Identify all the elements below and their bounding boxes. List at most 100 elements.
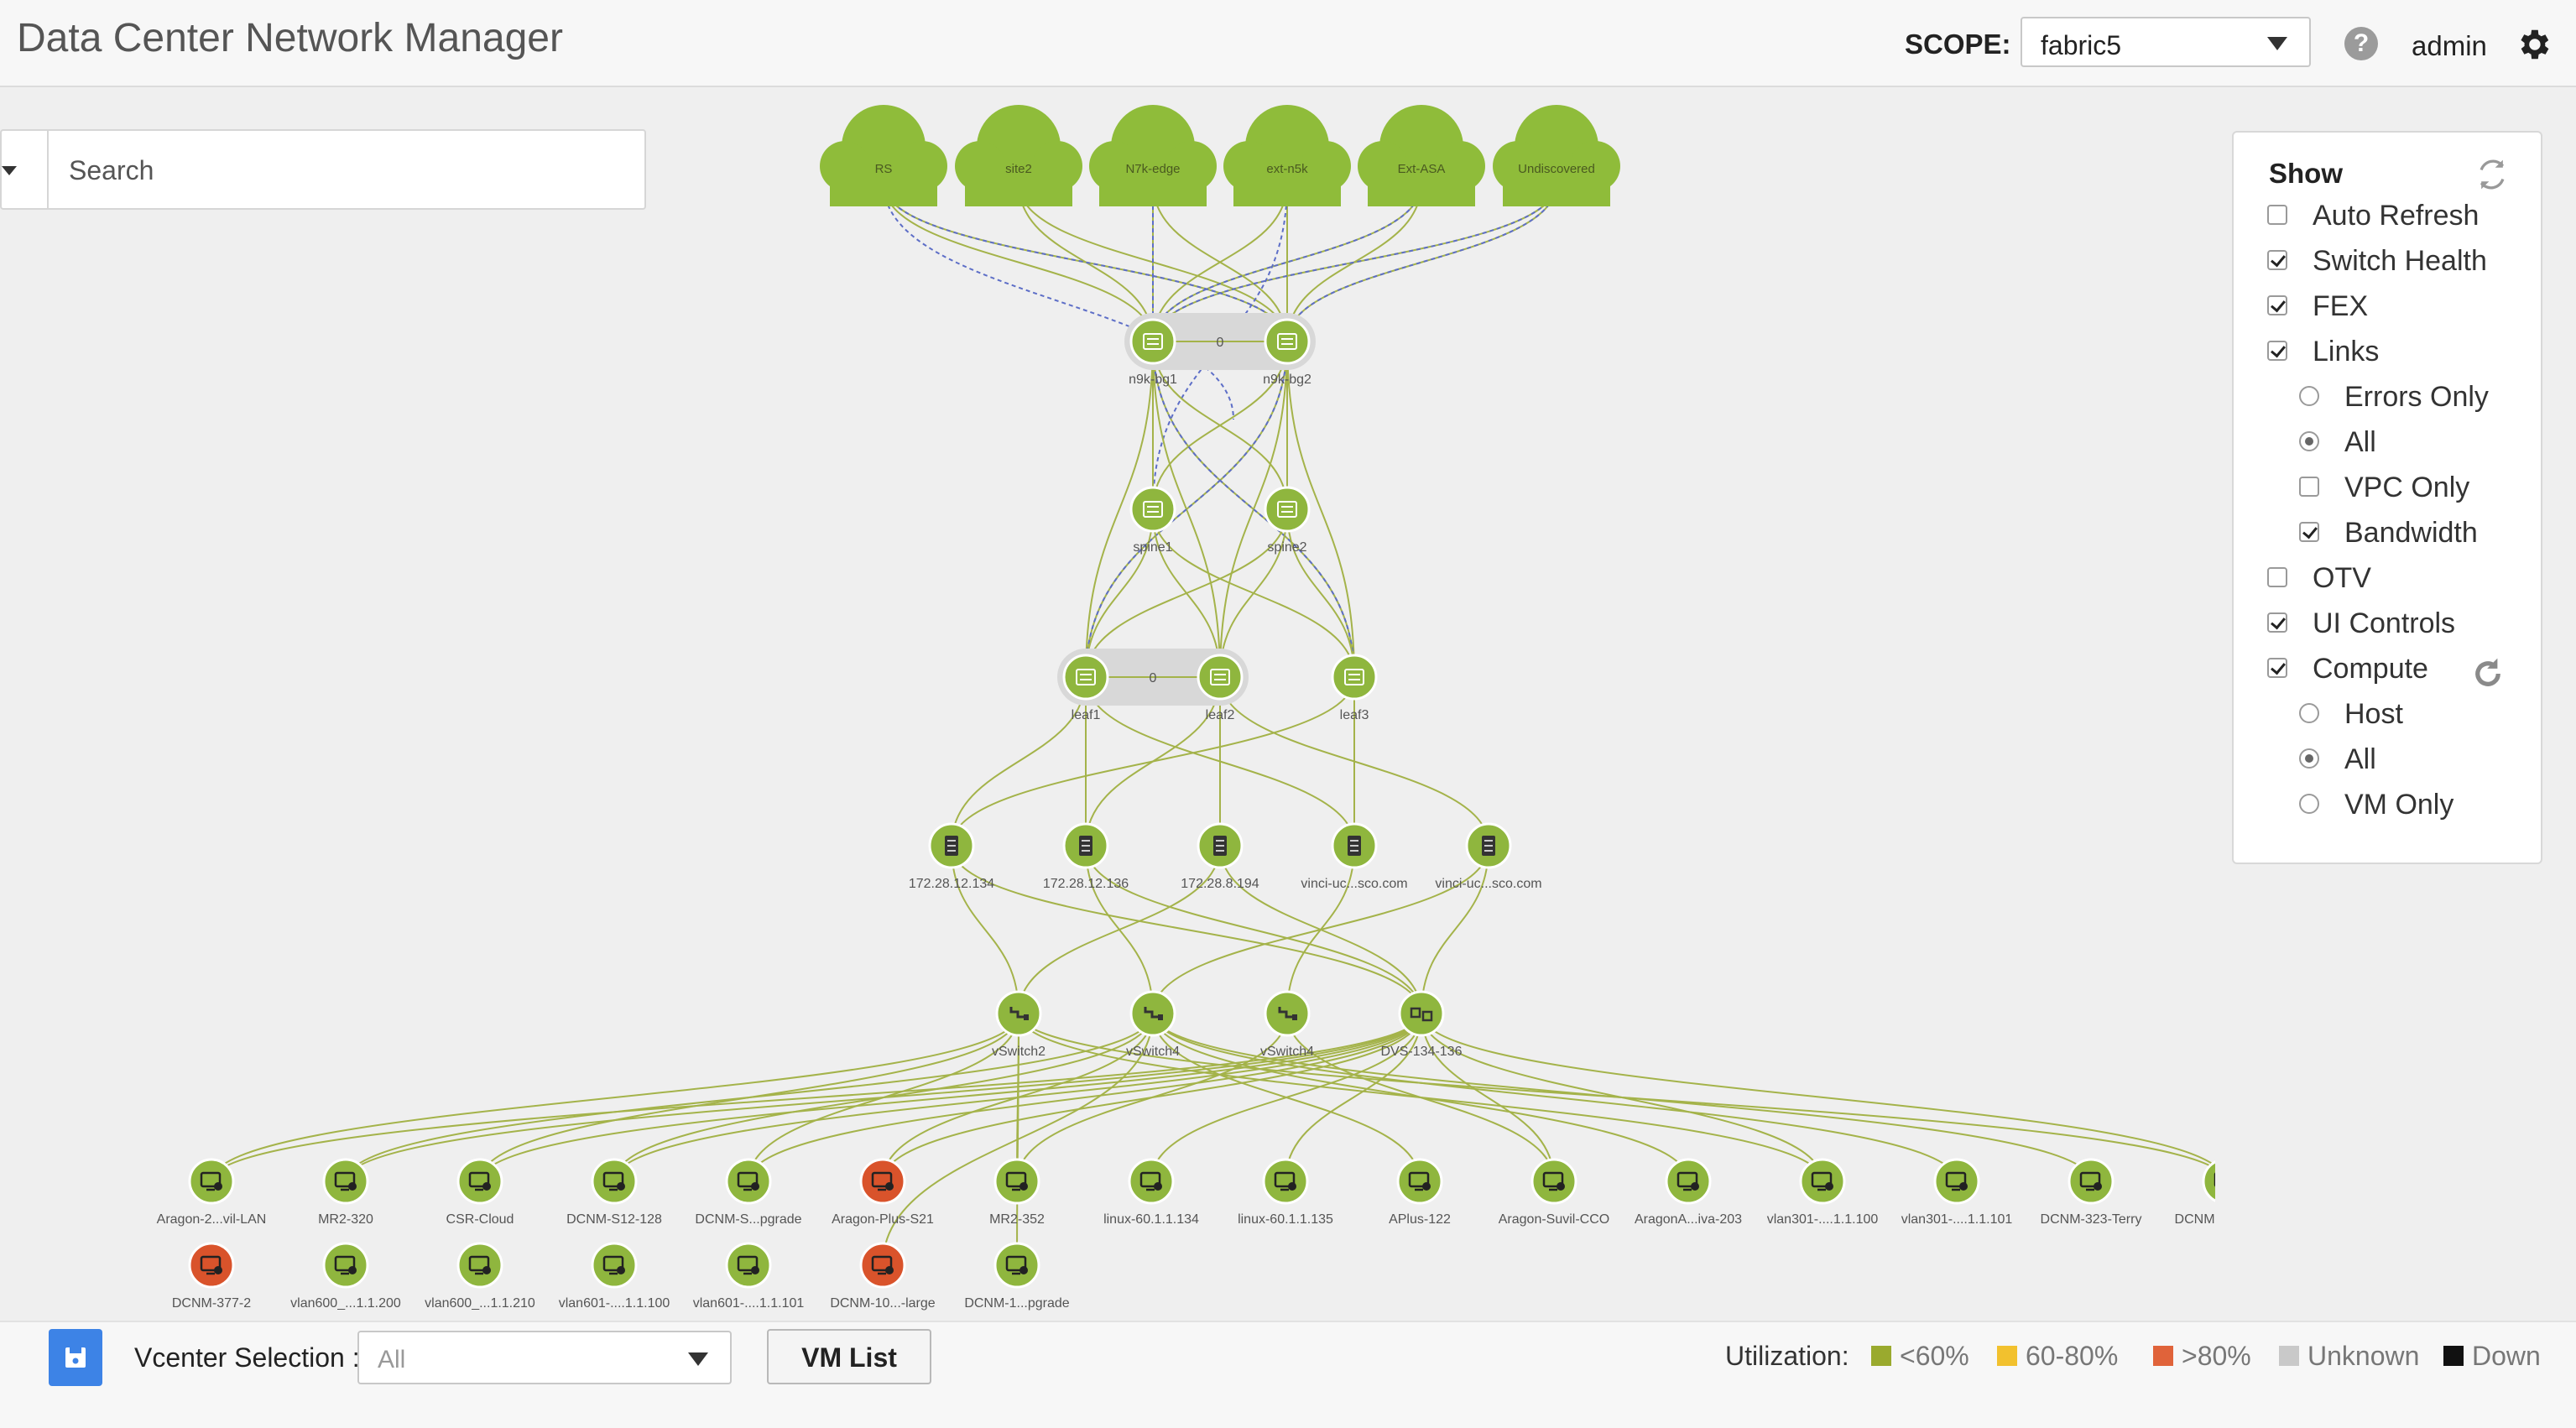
link[interactable] <box>951 676 1087 847</box>
link[interactable] <box>883 182 1154 342</box>
compute-host[interactable]: vinci-uc...sco.com <box>1301 822 1408 891</box>
topology-canvas[interactable]: 0 0 RS site2 N7k-edge ext-n5k Ext-ASA Undiscov… <box>0 86 2215 1319</box>
vm-list-button[interactable]: VM List <box>767 1329 931 1384</box>
virtual-machine[interactable]: vlan600_...1.1.200 <box>290 1242 401 1311</box>
reset-icon[interactable] <box>2474 156 2511 193</box>
virtual-machine[interactable]: vlan601-....1.1.101 <box>693 1242 805 1311</box>
link[interactable] <box>1152 845 1489 1014</box>
link[interactable] <box>345 1013 1422 1182</box>
virtual-switch[interactable]: DVS-134-136 <box>1381 990 1463 1059</box>
link[interactable] <box>1085 845 1422 1014</box>
virtual-switch[interactable]: vSwitch2 <box>992 990 1046 1059</box>
cloud-node[interactable]: site2 <box>955 105 1082 206</box>
virtual-machine[interactable]: vlan601-....1.1.100 <box>559 1242 670 1311</box>
virtual-machine[interactable]: vlan600_...1.1.210 <box>425 1242 535 1311</box>
virtual-machine[interactable]: linux-60.1.1.134 <box>1103 1158 1199 1227</box>
vm-icon <box>751 1266 759 1274</box>
virtual-machine[interactable]: Aragon-Suvil-CCO <box>1499 1158 1609 1227</box>
leaf-switch[interactable]: leaf1 <box>1062 654 1109 722</box>
legend-swatch <box>1997 1346 2017 1366</box>
cloud-node[interactable]: RS <box>820 105 947 206</box>
cloud-node[interactable]: Ext-ASA <box>1358 105 1485 206</box>
compute-host[interactable]: 172.28.12.136 <box>1043 822 1129 891</box>
user-menu[interactable]: admin <box>2412 30 2487 62</box>
virtual-machine[interactable]: APlus-122 <box>1389 1158 1451 1227</box>
checkbox[interactable] <box>2299 522 2319 542</box>
option-label: VPC Only <box>2344 472 2470 503</box>
virtual-machine[interactable]: CSR-Cloud <box>446 1158 514 1227</box>
virtual-machine[interactable]: DCNM-S...pgrade <box>695 1158 802 1227</box>
virtual-machine[interactable]: vlan301-....1.1.101 <box>1901 1158 2013 1227</box>
link[interactable] <box>1286 508 1355 678</box>
gear-icon[interactable] <box>2514 25 2553 64</box>
option-label: Bandwidth <box>2344 517 2478 549</box>
radio-button[interactable] <box>2299 431 2319 451</box>
virtual-machine[interactable]: DCNM-348-Terry <box>2175 1160 2215 1227</box>
link[interactable] <box>345 1013 1154 1182</box>
scope-select[interactable]: fabric5 <box>2021 17 2311 67</box>
link[interactable] <box>748 1013 1422 1182</box>
virtual-machine[interactable]: linux-60.1.1.135 <box>1238 1158 1333 1227</box>
virtual-switch[interactable]: vSwitch4 <box>1260 990 1314 1059</box>
vm-icon <box>1019 1266 1028 1274</box>
link[interactable] <box>882 1013 1422 1182</box>
link[interactable] <box>211 1013 1019 1182</box>
radio-button[interactable] <box>2299 386 2319 406</box>
cloud-node[interactable]: ext-n5k <box>1223 105 1351 206</box>
link[interactable] <box>951 845 1422 1014</box>
virtual-machine[interactable]: MR2-352 <box>989 1158 1045 1227</box>
checkbox[interactable] <box>2299 477 2319 497</box>
spine-switch[interactable]: spine2 <box>1264 486 1311 555</box>
leaf-switch[interactable]: leaf2 <box>1197 654 1244 722</box>
virtual-machine[interactable]: Aragon-Plus-S21 <box>832 1158 934 1227</box>
link[interactable] <box>211 1013 1422 1182</box>
radio-button[interactable] <box>2299 703 2319 723</box>
checkbox[interactable] <box>2267 295 2287 315</box>
compute-host[interactable]: vinci-uc...sco.com <box>1435 822 1542 891</box>
checkbox[interactable] <box>2267 612 2287 633</box>
cloud-node[interactable]: Undiscovered <box>1493 105 1620 206</box>
border-gateway-switch[interactable]: n9k-bg2 <box>1263 318 1311 387</box>
vm-icon <box>885 1266 894 1274</box>
compute-host[interactable]: 172.28.12.134 <box>909 822 994 891</box>
link[interactable] <box>1286 182 1557 342</box>
checkbox[interactable] <box>2267 205 2287 225</box>
link[interactable] <box>1421 845 1489 1014</box>
compute-host[interactable]: 172.28.8.194 <box>1181 822 1259 891</box>
leaf-switch[interactable]: leaf3 <box>1331 654 1378 722</box>
link[interactable] <box>1421 1013 1555 1182</box>
virtual-machine[interactable]: DCNM-1...pgrade <box>964 1242 1070 1311</box>
node-label: leaf2 <box>1206 708 1235 722</box>
radio-button[interactable] <box>2299 748 2319 769</box>
virtual-machine[interactable]: DCNM-10...-large <box>830 1242 936 1311</box>
vcenter-selection-label: Vcenter Selection : <box>134 1342 360 1373</box>
checkbox[interactable] <box>2267 658 2287 678</box>
checkbox[interactable] <box>2267 250 2287 270</box>
spine-switch[interactable]: spine1 <box>1129 486 1176 555</box>
app-header: Data Center Network Manager SCOPE: fabri… <box>0 0 2576 87</box>
link[interactable] <box>1286 1013 1555 1182</box>
checkbox[interactable] <box>2267 341 2287 361</box>
cloud-node[interactable]: N7k-edge <box>1089 105 1217 206</box>
refresh-icon[interactable] <box>2470 656 2506 691</box>
virtual-machine[interactable]: MR2-320 <box>318 1158 373 1227</box>
node-label: vlan600_...1.1.210 <box>425 1296 535 1311</box>
help-icon[interactable]: ? <box>2344 27 2378 60</box>
link[interactable] <box>1152 1013 1958 1182</box>
virtual-machine[interactable]: Aragon-2...vil-LAN <box>157 1158 267 1227</box>
radio-button[interactable] <box>2299 794 2319 814</box>
save-layout-button[interactable] <box>49 1329 102 1386</box>
virtual-switch[interactable]: vSwitch4 <box>1126 990 1180 1059</box>
virtual-machine[interactable]: DCNM-S12-128 <box>566 1158 662 1227</box>
link[interactable] <box>1421 1013 1823 1182</box>
virtual-machine[interactable]: AragonA...iva-203 <box>1635 1158 1742 1227</box>
checkbox[interactable] <box>2267 567 2287 587</box>
virtual-machine[interactable]: vlan301-....1.1.100 <box>1767 1158 1879 1227</box>
link[interactable] <box>1421 1013 2215 1181</box>
virtual-machine[interactable]: DCNM-377-2 <box>172 1242 251 1311</box>
link[interactable] <box>1018 182 1154 342</box>
border-gateway-switch[interactable]: n9k-bg1 <box>1129 318 1177 387</box>
vcenter-select[interactable]: All <box>357 1331 732 1384</box>
virtual-machine[interactable]: DCNM-323-Terry <box>2041 1158 2142 1227</box>
link[interactable] <box>951 845 1019 1014</box>
